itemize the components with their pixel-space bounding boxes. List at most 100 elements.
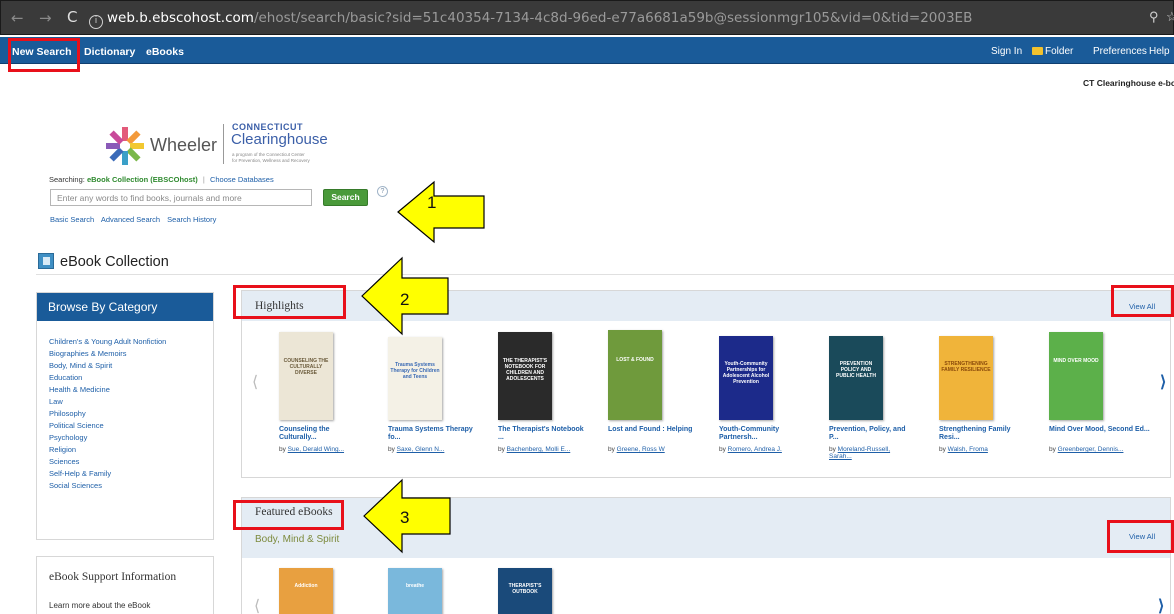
highlights-prev-arrow-icon[interactable]: ⟨ [252,372,258,392]
address-bar[interactable]: i web.b.ebscohost.com/ehost/search/basic?… [89,8,1129,29]
category-link[interactable]: Political Science [49,421,104,430]
annotation-arrow-1 [397,180,485,244]
category-link[interactable]: Biographies & Memoirs [49,349,127,358]
featured-subtitle: Body, Mind & Spirit [255,534,340,545]
book-cover[interactable]: Youth-Community Partnerships for Adolesc… [719,336,773,420]
category-link[interactable]: Social Sciences [49,481,102,490]
cover-title: Addiction [294,583,318,589]
bookmark-star-icon[interactable]: ☆ [1166,9,1174,25]
browse-heading: Browse By Category [37,293,213,321]
author-prefix: by [388,446,397,453]
support-panel: eBook Support Information Learn more abo… [36,556,214,614]
category-link[interactable]: Religion [49,445,76,454]
book-cover[interactable]: THERAPIST'S OUTBOOK [498,568,552,614]
choose-databases-link[interactable]: Choose Databases [210,175,274,184]
logo-divider [223,124,224,164]
reload-icon[interactable]: C [67,8,77,26]
featured-prev-arrow-icon[interactable]: ⟨ [254,596,260,614]
featured-next-arrow-icon[interactable]: ⟩ [1158,596,1164,614]
browse-by-category-panel: Browse By Category Children's & Young Ad… [36,292,214,540]
ebook-collection-icon [38,253,54,269]
info-icon[interactable]: i [89,15,103,29]
sign-in-link[interactable]: Sign In [991,46,1022,57]
book-title-link[interactable]: Mind Over Mood, Second Ed... [1049,426,1161,434]
category-link[interactable]: Education [49,373,82,382]
searching-label: Searching: [49,175,85,184]
category-link[interactable]: Body, Mind & Spirit [49,361,112,370]
divider [36,274,1174,275]
dictionary-link[interactable]: Dictionary [84,46,135,58]
featured-highlight-box [233,500,344,530]
search-history-link[interactable]: Search History [167,215,216,224]
book-title-link[interactable]: Prevention, Policy, and P... [829,426,917,442]
book-author: by Greenberger, Dennis... [1049,446,1161,453]
cover-title: STRENGTHENING FAMILY RESILIENCE [941,361,991,374]
author-link[interactable]: Bachenberg, Molli E... [507,446,571,453]
featured-view-all-highlight-box [1107,520,1174,553]
author-link[interactable]: Moreland-Russell, Sarah... [829,446,890,460]
collection-link[interactable]: eBook Collection (EBSCOhost) [87,175,198,184]
cover-title: breathe [405,583,425,589]
support-text: Learn more about the eBook [49,601,151,610]
ebsco-toolbar: New Search Dictionary eBooks Sign In Fol… [0,37,1174,64]
annotation-number-3: 3 [400,508,410,527]
author-link[interactable]: Saxe, Glenn N... [397,446,445,453]
search-button[interactable]: Search [323,189,368,206]
book-cover[interactable]: STRENGTHENING FAMILY RESILIENCE [939,336,993,420]
category-link[interactable]: Health & Medicine [49,385,110,394]
book-title-link[interactable]: Counseling the Culturally... [279,426,369,442]
book-title-link[interactable]: Lost and Found : Helping [608,426,708,434]
author-link[interactable]: Romero, Andrea J. [728,446,782,453]
highlights-view-all-highlight-box [1111,285,1174,317]
annotation-number-1: 1 [427,193,437,212]
help-link[interactable]: Help [1149,46,1170,57]
book-cover[interactable]: breathe [388,568,442,614]
book-title-link[interactable]: Strengthening Family Resi... [939,426,1029,442]
book-author: by Romero, Andrea J. [719,446,811,453]
searching-line: Searching: eBook Collection (EBSCOhost) … [49,175,274,184]
folder-icon[interactable] [1032,47,1043,55]
browser-chrome: ← → C i web.b.ebscohost.com/ehost/search/… [0,0,1174,35]
book-title-link[interactable]: Trauma Systems Therapy fo... [388,426,478,442]
book-cover[interactable]: Trauma Systems Therapy for Children and … [388,337,442,420]
category-link[interactable]: Philosophy [49,409,86,418]
zoom-icon[interactable]: ⚲ [1149,9,1159,25]
category-link[interactable]: Law [49,397,63,406]
basic-search-link[interactable]: Basic Search [50,215,94,224]
cover-title: PREVENTION POLICY AND PUBLIC HEALTH [836,361,876,380]
advanced-search-link[interactable]: Advanced Search [101,215,160,224]
author-link[interactable]: Sue, Derald Wing... [288,446,344,453]
book-title-link[interactable]: The Therapist's Notebook ... [498,426,588,442]
author-link[interactable]: Greene, Ross W [617,446,665,453]
annotation-number-2: 2 [400,290,410,309]
book-author: by Greene, Ross W [608,446,700,453]
book-cover[interactable]: MIND OVER MOOD [1049,332,1103,420]
book-cover[interactable]: Addiction [279,568,333,614]
search-input[interactable] [50,189,312,206]
category-link[interactable]: Sciences [49,457,79,466]
author-link[interactable]: Greenberger, Dennis... [1058,446,1124,453]
wheeler-logo-icon [106,127,144,165]
ebooks-link[interactable]: eBooks [146,46,184,58]
back-icon[interactable]: ← [11,9,24,27]
book-author: by Moreland-Russell, Sarah... [829,446,911,460]
book-cover[interactable]: PREVENTION POLICY AND PUBLIC HEALTH [829,336,883,420]
book-cover[interactable]: LOST & FOUND [608,330,662,420]
highlights-next-arrow-icon[interactable]: ⟩ [1160,372,1166,392]
cover-title: LOST & FOUND [616,357,654,363]
preferences-link[interactable]: Preferences [1093,46,1147,57]
author-link[interactable]: Walsh, Froma [948,446,988,453]
help-icon[interactable]: ? [377,186,388,197]
folder-link[interactable]: Folder [1045,46,1073,57]
book-cover[interactable]: THE THERAPIST'S NOTEBOOK FOR CHILDREN AN… [498,332,552,420]
book-author: by Saxe, Glenn N... [388,446,480,453]
category-link[interactable]: Self-Help & Family [49,469,111,478]
cover-title: THE THERAPIST'S NOTEBOOK FOR CHILDREN AN… [502,358,548,383]
logo-clearinghouse-text: Clearinghouse [231,131,328,148]
category-link[interactable]: Children's & Young Adult Nonfiction [49,337,166,346]
category-link[interactable]: Psychology [49,433,87,442]
book-title-link[interactable]: Youth-Community Partnersh... [719,426,809,442]
book-cover[interactable]: COUNSELING THE CULTURALLY DIVERSE [279,332,333,420]
cover-title: Trauma Systems Therapy for Children and … [390,361,440,380]
forward-icon[interactable]: → [39,9,52,27]
